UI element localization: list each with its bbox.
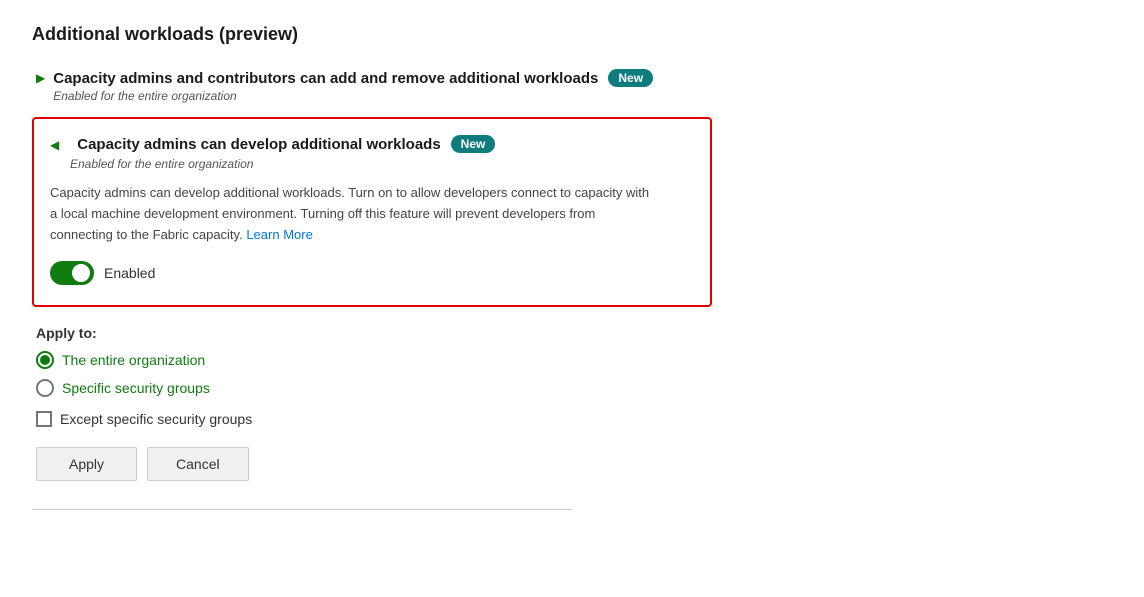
item2-description-text: Capacity admins can develop additional w… [50,185,649,242]
radio-specific-groups-label: Specific security groups [62,380,210,396]
button-row: Apply Cancel [36,447,1112,481]
checkbox-except-label: Except specific security groups [60,411,252,427]
apply-to-section: Apply to: The entire organization Specif… [36,325,1112,481]
item1-new-badge: New [608,69,653,87]
learn-more-link[interactable]: Learn More [246,227,312,242]
radio-circle-empty [36,379,54,397]
item2-header: ◀ Capacity admins can develop additional… [50,135,694,153]
chevron-right-icon[interactable]: ▶ [36,71,45,85]
item2-title: Capacity admins can develop additional w… [77,136,440,153]
item1-subtitle: Enabled for the entire organization [53,89,653,103]
apply-to-label: Apply to: [36,325,1112,341]
radio-group: The entire organization Specific securit… [36,351,1112,397]
item2-subtitle: Enabled for the entire organization [70,157,694,171]
radio-entire-organization[interactable]: The entire organization [36,351,1112,369]
item1-title: Capacity admins and contributors can add… [53,70,598,87]
page-title: Additional workloads (preview) [32,24,1112,45]
item1-row: ▶ Capacity admins and contributors can a… [32,65,1112,107]
toggle-track [50,261,94,285]
radio-entire-org-label: The entire organization [62,352,205,368]
item1-header: Capacity admins and contributors can add… [53,69,653,87]
toggle-label: Enabled [104,265,155,281]
enabled-toggle[interactable] [50,261,94,285]
radio-inner-dot [40,355,50,365]
toggle-row: Enabled [50,261,694,285]
cancel-button[interactable]: Cancel [147,447,249,481]
item2-expanded-box: ◀ Capacity admins can develop additional… [32,117,712,307]
checkbox-except-groups[interactable]: Except specific security groups [36,411,1112,427]
chevron-down-icon[interactable]: ◀ [50,138,59,152]
checkbox-box [36,411,52,427]
radio-circle-selected [36,351,54,369]
toggle-thumb [72,264,90,282]
apply-button[interactable]: Apply [36,447,137,481]
item2-description: Capacity admins can develop additional w… [50,183,650,245]
item2-new-badge: New [451,135,496,153]
radio-specific-groups[interactable]: Specific security groups [36,379,1112,397]
bottom-divider [32,509,572,510]
item1-content: Capacity admins and contributors can add… [53,69,653,103]
